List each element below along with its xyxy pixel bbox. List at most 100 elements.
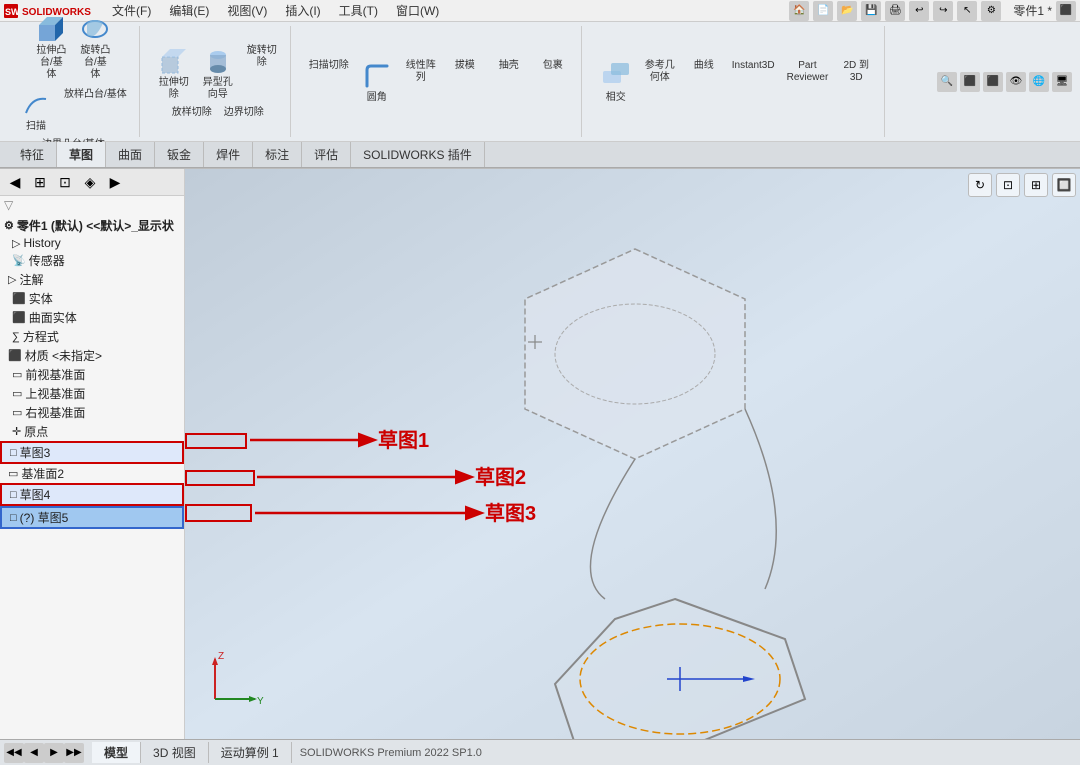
- nav-last-icon[interactable]: ▶▶: [64, 743, 84, 763]
- linear-pattern-button[interactable]: 线性阵列: [401, 58, 441, 106]
- intersect-button[interactable]: 相交: [596, 58, 636, 106]
- menu-view[interactable]: 视图(V): [219, 0, 275, 21]
- sensor-icon: 📡: [12, 254, 26, 267]
- sidebar-btn-arrow-right[interactable]: ▶: [104, 171, 126, 193]
- loft-button[interactable]: 放样凸台/基体: [60, 87, 131, 135]
- rotate-view-icon[interactable]: ↻: [968, 173, 992, 197]
- cut-boundary-button[interactable]: 边界切除: [220, 105, 268, 121]
- surface-icon: ⬛: [12, 311, 26, 324]
- redo-icon[interactable]: ↪: [933, 1, 953, 21]
- sidebar-btn-arrow-left[interactable]: ◀: [4, 171, 26, 193]
- fillet-icon: [361, 60, 393, 92]
- tree-item-surface[interactable]: ⬛ 曲面实体: [0, 308, 184, 327]
- intersect-label: 相交: [606, 92, 626, 104]
- ribbon-group-cut: 拉伸切除 异型孔向导 旋转切除 放样切除 边界切除: [146, 26, 291, 137]
- svg-text:SW: SW: [5, 7, 20, 17]
- select-icon[interactable]: ↖: [957, 1, 977, 21]
- hole-wizard-button[interactable]: 异型孔向导: [198, 43, 238, 103]
- tree-item-annotation[interactable]: ▷ 注解: [0, 270, 184, 289]
- ribbon-tools: 拉伸凸台/基体 旋转凸台/基体 扫描 放样凸台/基体: [0, 22, 1080, 142]
- quick-save-icon[interactable]: 🏠: [789, 1, 809, 21]
- nav-prev-icon[interactable]: ◀◀: [4, 743, 24, 763]
- shell-button[interactable]: 抽壳: [489, 58, 529, 106]
- menu-window[interactable]: 窗口(W): [388, 0, 447, 21]
- expand-icon[interactable]: ⬛: [1056, 1, 1076, 21]
- sidebar-btn-view[interactable]: ⊡: [54, 171, 76, 193]
- tree-item-equation[interactable]: ∑ 方程式: [0, 327, 184, 346]
- extrude-boss-button[interactable]: 拉伸凸台/基体: [31, 11, 71, 83]
- tree-item-material[interactable]: ⬛ 材质 <未指定>: [0, 346, 184, 365]
- view-icon-2[interactable]: ⬛: [960, 72, 980, 92]
- hole-wizard-icon: [202, 45, 234, 77]
- tab-model[interactable]: 模型: [92, 742, 141, 763]
- view-icon-5[interactable]: 🌐: [1029, 72, 1049, 92]
- curves-button[interactable]: 曲线: [684, 58, 724, 106]
- nav-back-icon[interactable]: ◀: [24, 743, 44, 763]
- tree-item-right-plane[interactable]: ▭ 右视基准面: [0, 403, 184, 422]
- tree-item-solid[interactable]: ⬛ 实体: [0, 289, 184, 308]
- undo-icon[interactable]: ↩: [909, 1, 929, 21]
- ribbon-group-reference: 相交 参考几何体 曲线 Instant3D PartReviewer 2D 到3…: [588, 26, 886, 137]
- tab-sketch[interactable]: 草图: [57, 142, 106, 167]
- fillet-button[interactable]: 圆角: [357, 58, 397, 106]
- open-icon[interactable]: 📂: [837, 1, 857, 21]
- tree-item-part1[interactable]: ⚙ 零件1 (默认) <<默认>_显示状: [0, 216, 184, 235]
- part-reviewer-button[interactable]: PartReviewer: [783, 58, 833, 106]
- draft-button[interactable]: 拔模: [445, 58, 485, 106]
- view-icon-6[interactable]: 🖥: [1052, 72, 1072, 92]
- sidebar-btn-grid[interactable]: ⊞: [29, 171, 51, 193]
- right-plane-icon: ▭: [12, 406, 22, 419]
- tab-motion[interactable]: 运动算例 1: [209, 742, 292, 763]
- material-icon: ⬛: [8, 349, 22, 362]
- tab-3dview[interactable]: 3D 视图: [141, 742, 209, 763]
- view-icon-4[interactable]: 👁: [1006, 72, 1026, 92]
- tree-item-origin[interactable]: ✛ 原点: [0, 422, 184, 441]
- menu-tools[interactable]: 工具(T): [331, 0, 386, 21]
- menu-edit[interactable]: 编辑(E): [161, 0, 217, 21]
- tree-item-sensor[interactable]: 📡 传感器: [0, 251, 184, 270]
- tab-annotation[interactable]: 标注: [253, 142, 302, 167]
- cut-loft-button[interactable]: 放样切除: [168, 105, 216, 121]
- tree-item-baseline2[interactable]: ▭ 基准面2: [0, 464, 184, 483]
- feature-manager-sidebar: ◀ ⊞ ⊡ ◈ ▶ ▽ ⚙ 零件1 (默认) <<默认>_显示状 ▷ Histo…: [0, 169, 185, 739]
- tree-item-sketch5[interactable]: □ (?) 草图5: [0, 506, 184, 529]
- tree-item-sketch4[interactable]: □ 草图4: [0, 483, 184, 506]
- view-icon-3[interactable]: ⬛: [983, 72, 1003, 92]
- display-style-icon[interactable]: 🔲: [1052, 173, 1076, 197]
- instant3d-button[interactable]: Instant3D: [728, 58, 779, 106]
- options-icon[interactable]: ⚙: [981, 1, 1001, 21]
- section-view-icon[interactable]: ⊞: [1024, 173, 1048, 197]
- reference-geometry-button[interactable]: 参考几何体: [640, 58, 680, 106]
- wrap-button[interactable]: 包裹: [533, 58, 573, 106]
- print-icon[interactable]: 🖨: [885, 1, 905, 21]
- cut-sweep-button[interactable]: 扫描切除: [305, 58, 353, 106]
- canvas-area[interactable]: Z Y 草图1 草图2 草图3: [185, 169, 1080, 739]
- cut-extrude-button[interactable]: 拉伸切除: [154, 43, 194, 103]
- revolve-boss-button[interactable]: 旋转凸台/基体: [75, 11, 115, 83]
- tab-solidworks-addins[interactable]: SOLIDWORKS 插件: [351, 142, 485, 167]
- tab-weldment[interactable]: 焊件: [204, 142, 253, 167]
- menu-insert[interactable]: 插入(I): [277, 0, 328, 21]
- cut-boundary-label: 边界切除: [224, 107, 264, 119]
- 2d-to-3d-button[interactable]: 2D 到3D: [836, 58, 876, 106]
- wrap-label: 包裹: [543, 60, 563, 72]
- tab-evaluate[interactable]: 评估: [302, 142, 351, 167]
- tree-item-sketch3[interactable]: □ 草图3: [0, 441, 184, 464]
- front-plane-icon: ▭: [12, 368, 22, 381]
- tab-features[interactable]: 特征: [8, 142, 57, 167]
- save-icon[interactable]: 💾: [861, 1, 881, 21]
- tab-surface[interactable]: 曲面: [106, 142, 155, 167]
- revolve-boss-label: 旋转凸台/基体: [80, 45, 110, 81]
- nav-next-icon[interactable]: ▶: [44, 743, 64, 763]
- cut-revolve-button[interactable]: 旋转切除: [242, 43, 282, 103]
- view-icon-1[interactable]: 🔍: [937, 72, 957, 92]
- tab-sheetmetal[interactable]: 钣金: [155, 142, 204, 167]
- zoom-fit-icon[interactable]: ⊡: [996, 173, 1020, 197]
- filter-icon: ▽: [4, 198, 13, 212]
- new-icon[interactable]: 📄: [813, 1, 833, 21]
- tree-item-top-plane[interactable]: ▭ 上视基准面: [0, 384, 184, 403]
- sweep-button[interactable]: 扫描: [16, 87, 56, 135]
- tree-item-history[interactable]: ▷ History: [0, 235, 184, 251]
- sidebar-btn-properties[interactable]: ◈: [79, 171, 101, 193]
- tree-item-front-plane[interactable]: ▭ 前视基准面: [0, 365, 184, 384]
